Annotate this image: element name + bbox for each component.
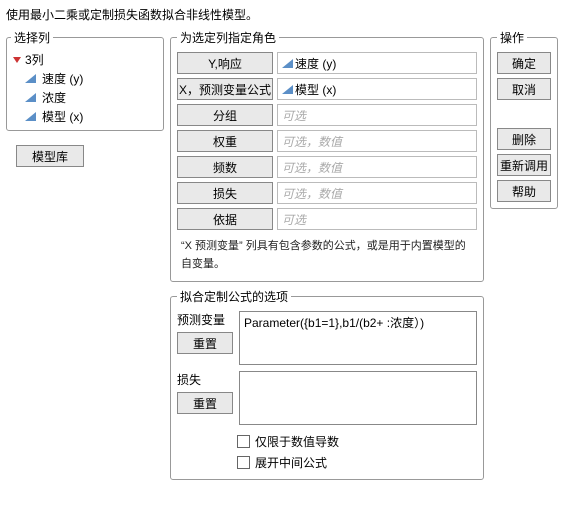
select-columns-legend: 选择列 — [11, 29, 53, 46]
role-value[interactable]: 可选 — [277, 104, 477, 126]
continuous-icon — [282, 85, 293, 94]
roles-group: 为选定列指定角色 Y,响应速度 (y)X，预测变量公式模型 (x)分组可选权重可… — [170, 29, 484, 282]
column-label: 模型 (x) — [42, 108, 83, 125]
role-button[interactable]: X，预测变量公式 — [177, 78, 273, 100]
role-row: 损失可选，数值 — [177, 182, 477, 204]
predictor-label: 预测变量 — [177, 311, 233, 328]
expand-formula-checkbox[interactable]: 展开中间公式 — [237, 452, 477, 473]
tree-root-label: 3列 — [25, 51, 44, 68]
role-button[interactable]: 分组 — [177, 104, 273, 126]
actions-legend: 操作 — [497, 29, 527, 46]
role-value-text: 速度 (y) — [295, 55, 336, 72]
fit-options-group: 拟合定制公式的选项 预测变量 重置 Parameter({b1=1},b1/(b… — [170, 288, 484, 480]
continuous-icon — [25, 112, 36, 121]
column-label: 浓度 — [42, 89, 66, 106]
role-row: 频数可选，数值 — [177, 156, 477, 178]
role-row: 权重可选，数值 — [177, 130, 477, 152]
remove-button[interactable]: 删除 — [497, 128, 551, 150]
column-item[interactable]: 模型 (x) — [11, 107, 159, 126]
role-row: Y,响应 速度 (y) — [177, 52, 477, 74]
role-value[interactable]: 可选，数值 — [277, 182, 477, 204]
column-label: 速度 (y) — [42, 70, 83, 87]
role-button[interactable]: 损失 — [177, 182, 273, 204]
role-button[interactable]: 频数 — [177, 156, 273, 178]
role-value[interactable]: 模型 (x) — [277, 78, 477, 100]
loss-label: 损失 — [177, 371, 233, 388]
role-button[interactable]: 权重 — [177, 130, 273, 152]
role-value[interactable]: 可选，数值 — [277, 130, 477, 152]
role-button[interactable]: 依据 — [177, 208, 273, 230]
model-library-button[interactable]: 模型库 — [16, 145, 84, 167]
role-value-text: 模型 (x) — [295, 81, 336, 98]
role-row: 依据可选 — [177, 208, 477, 230]
select-columns-group: 选择列 3列 速度 (y) 浓度模型 (x) — [6, 29, 164, 131]
fit-options-legend: 拟合定制公式的选项 — [177, 288, 291, 305]
continuous-icon — [25, 74, 36, 83]
column-item[interactable]: 速度 (y) — [11, 69, 159, 88]
role-value[interactable]: 可选，数值 — [277, 156, 477, 178]
loss-reset-button[interactable]: 重置 — [177, 392, 233, 414]
recall-button[interactable]: 重新调用 — [497, 154, 551, 176]
role-row: 分组可选 — [177, 104, 477, 126]
continuous-icon — [25, 93, 36, 102]
roles-legend: 为选定列指定角色 — [177, 29, 279, 46]
expand-formula-label: 展开中间公式 — [255, 454, 327, 471]
continuous-icon — [282, 59, 293, 68]
numeric-derivatives-label: 仅限于数值导数 — [255, 433, 339, 450]
checkbox-icon — [237, 435, 250, 448]
role-value[interactable]: 速度 (y) — [277, 52, 477, 74]
ok-button[interactable]: 确定 — [497, 52, 551, 74]
tree-root[interactable]: 3列 — [11, 50, 159, 69]
column-item[interactable]: 浓度 — [11, 88, 159, 107]
checkbox-icon — [237, 456, 250, 469]
predictor-formula-input[interactable]: Parameter({b1=1},b1/(b2+ :浓度）) — [239, 311, 477, 365]
role-value[interactable]: 可选 — [277, 208, 477, 230]
role-button[interactable]: Y,响应 — [177, 52, 273, 74]
collapse-icon — [13, 57, 21, 63]
help-button[interactable]: 帮助 — [497, 180, 551, 202]
actions-group: 操作 确定 取消 删除 重新调用 帮助 — [490, 29, 558, 209]
roles-note: “X 预测变量” 列具有包含参数的公式，或是用于内置模型的自变量。 — [177, 236, 477, 275]
predictor-reset-button[interactable]: 重置 — [177, 332, 233, 354]
numeric-derivatives-checkbox[interactable]: 仅限于数值导数 — [237, 431, 477, 452]
loss-formula-input[interactable] — [239, 371, 477, 425]
page-description: 使用最小二乘或定制损失函数拟合非线性模型。 — [6, 6, 570, 23]
role-row: X，预测变量公式 模型 (x) — [177, 78, 477, 100]
cancel-button[interactable]: 取消 — [497, 78, 551, 100]
